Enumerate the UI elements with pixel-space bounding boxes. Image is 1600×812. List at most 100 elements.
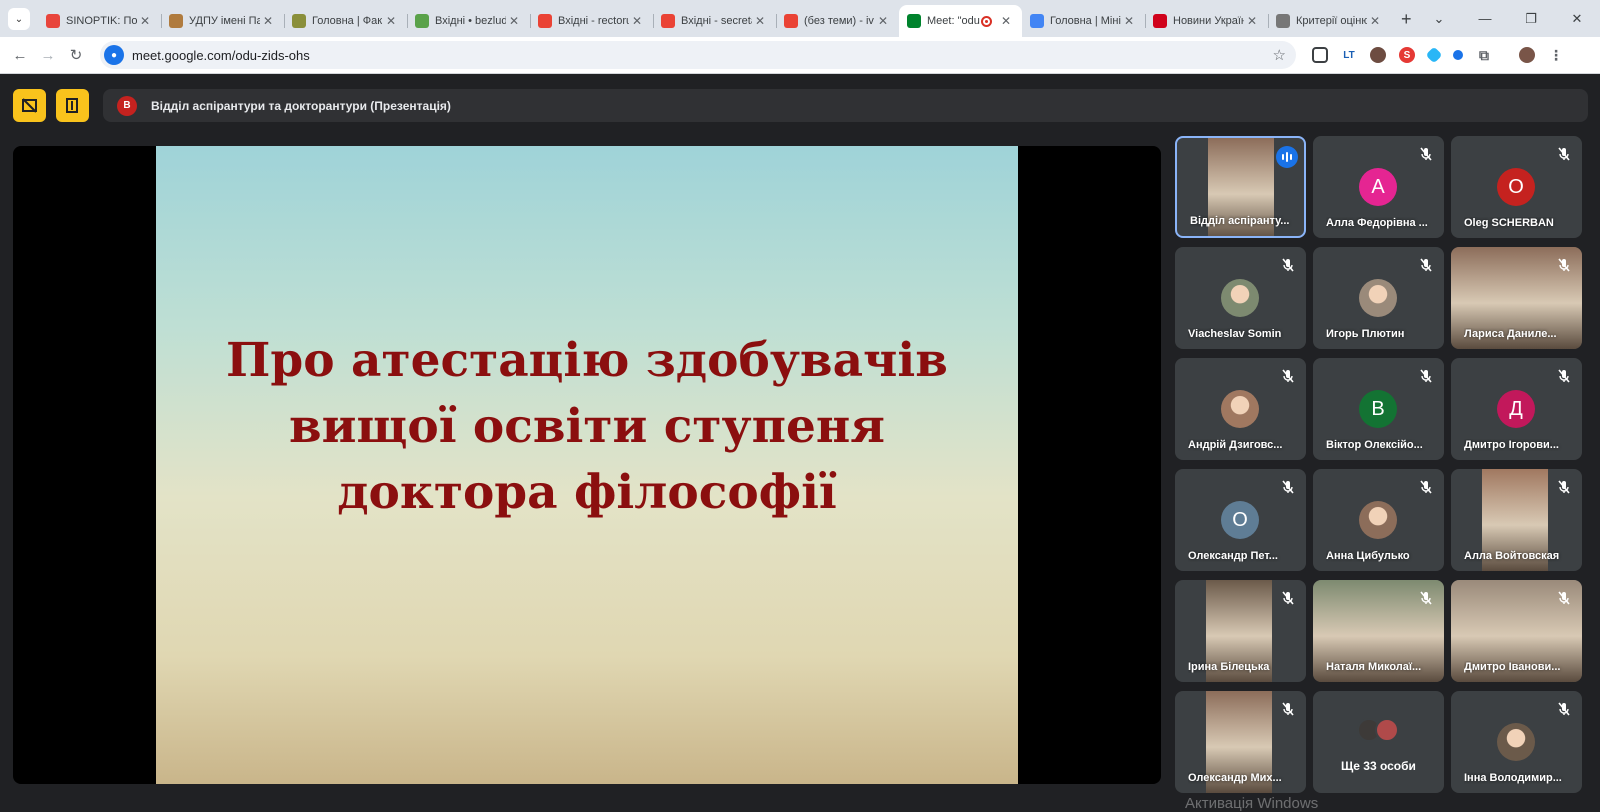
extensions-bar: LT S ⧉ ⋮ [1312,37,1564,73]
meet-window: В Відділ аспірантури та докторантури (Пр… [0,75,1600,807]
mic-off-icon [1418,146,1434,162]
close-tab-icon[interactable]: ✕ [383,14,399,28]
close-tab-icon[interactable]: ✕ [1367,14,1383,28]
browser-tab[interactable]: Головна | Міні ✕ [1022,5,1145,37]
presentation-slide: Про атестацію здобувачів вищої освіти ст… [156,146,1018,784]
diamond-extension-icon[interactable] [1425,46,1443,64]
close-tab-icon[interactable]: ✕ [752,14,768,28]
participant-tile[interactable]: Ірина Білецька [1175,580,1306,682]
ministry-logo [1030,14,1044,28]
close-tab-icon[interactable]: ✕ [1121,14,1137,28]
participant-tile[interactable]: Відділ аспіранту... [1175,136,1306,238]
mic-off-icon [1418,590,1434,606]
mic-off-icon [1280,590,1296,606]
tab-title: SINOPTIK: Пог [66,15,137,27]
participant-name: Андрій Дзиговс... [1188,439,1283,451]
participant-tile[interactable]: Андрій Дзиговс... [1175,358,1306,460]
participant-tile[interactable]: Лариса Даниле... [1451,247,1582,349]
tab-search-chevron-icon[interactable]: ⌄ [8,8,30,30]
participant-name: Viacheslav Somin [1188,328,1282,340]
layout-button[interactable] [56,89,89,122]
browser-tab[interactable]: Meet: "odu ✕ [899,5,1022,37]
close-tab-icon[interactable]: ✕ [137,14,153,28]
participant-initial-avatar: В [1359,390,1397,428]
participant-tile[interactable]: O Oleg SCHERBAN [1451,136,1582,238]
screenshot-extension-icon[interactable] [1312,47,1328,63]
close-tab-icon[interactable]: ✕ [998,14,1014,28]
back-button[interactable]: ← [6,47,34,64]
participant-name: Дмитро Ігорови... [1464,439,1559,451]
participant-name: Олександр Пет... [1188,550,1278,562]
participant-tile[interactable]: Дмитро Іванови... [1451,580,1582,682]
participant-tile[interactable]: Інна Володимир... [1451,691,1582,793]
mic-off-icon [1418,257,1434,273]
participant-tile[interactable]: Наталя Миколаї... [1313,580,1444,682]
close-tab-icon[interactable]: ✕ [260,14,276,28]
participant-tile[interactable]: Д Дмитро Ігорови... [1451,358,1582,460]
browser-menu-icon[interactable]: ⋮ [1548,47,1564,63]
extensions-puzzle-icon[interactable]: ⧉ [1476,47,1492,63]
browser-tab[interactable]: Вхідні - rectoru ✕ [530,5,653,37]
captions-toggle-button[interactable] [13,89,46,122]
participant-initial-avatar: О [1221,501,1259,539]
browser-tab[interactable]: УДПУ імені Па ✕ [161,5,284,37]
participant-tile[interactable]: А Алла Федорівна ... [1313,136,1444,238]
participant-name: Лариса Даниле... [1464,328,1557,340]
tab-title: УДПУ імені Па [189,15,260,27]
bookmark-star-icon[interactable]: ☆ [1273,46,1286,64]
close-tab-icon[interactable]: ✕ [506,14,522,28]
participant-tile[interactable]: Алла Войтовская [1451,469,1582,571]
participant-tile[interactable]: Viacheslav Somin [1175,247,1306,349]
close-tab-icon[interactable]: ✕ [629,14,645,28]
mic-off-icon [1280,479,1296,495]
close-tab-icon[interactable]: ✕ [875,14,891,28]
microphone-permission-icon[interactable]: ● [104,45,124,65]
blue-dot-extension-icon[interactable] [1453,50,1463,60]
browser-tab[interactable]: Головна | Фак ✕ [284,5,407,37]
close-tab-icon[interactable]: ✕ [1244,14,1260,28]
university-logo [169,14,183,28]
tab-title: Вхідні - rectoru [558,15,629,27]
profile-avatar[interactable] [1519,47,1535,63]
browser-tab[interactable]: Вхідні - secreta ✕ [653,5,776,37]
window-collapse-icon[interactable]: ⌄ [1416,11,1462,27]
forward-button[interactable]: → [34,47,62,64]
new-tab-button[interactable]: + [1401,9,1412,30]
participant-name: Дмитро Іванови... [1464,661,1561,673]
participant-tile[interactable]: В Віктор Олексійо... [1313,358,1444,460]
minimize-button[interactable]: — [1462,11,1508,26]
close-window-button[interactable]: ✕ [1554,11,1600,27]
url-text[interactable]: meet.google.com/odu-zids-ohs [132,48,310,63]
browser-tab[interactable]: Новини Україн ✕ [1145,5,1268,37]
browser-tab[interactable]: Критерії оціню ✕ [1268,5,1391,37]
tab-title: Головна | Міні [1050,15,1121,27]
address-bar[interactable]: ● meet.google.com/odu-zids-ohs ☆ [100,41,1296,69]
translate-extension-icon[interactable]: LT [1341,47,1357,63]
browser-tab[interactable]: Вхідні • bezlud ✕ [407,5,530,37]
participant-tile[interactable]: Олександр Мих... [1175,691,1306,793]
presentation-stage[interactable]: Про атестацію здобувачів вищої освіти ст… [13,146,1161,784]
participant-tile[interactable]: Анна Цибулько [1313,469,1444,571]
browser-toolbar: ← → ↻ ● meet.google.com/odu-zids-ohs ☆ L… [0,37,1600,74]
browser-tab[interactable]: SINOPTIK: Пог ✕ [38,5,161,37]
reload-button[interactable]: ↻ [62,46,90,64]
participant-initial-avatar: O [1497,168,1535,206]
participant-tile[interactable]: О Олександр Пет... [1175,469,1306,571]
participant-name: Наталя Миколаї... [1326,661,1422,673]
restore-button[interactable]: ❐ [1508,11,1554,27]
gmail-icon [538,14,552,28]
mail-icon [415,14,429,28]
mic-off-icon [1556,701,1572,717]
browser-tab-strip: ⌄ SINOPTIK: Пог ✕ УДПУ імені Па ✕ Головна | … [0,0,1600,37]
participant-name: Игорь Плютин [1326,328,1405,340]
browser-tab[interactable]: (без теми) - iv ✕ [776,5,899,37]
participant-photo-avatar [1497,723,1535,761]
red-shield-extension-icon[interactable]: S [1399,47,1415,63]
participant-tile[interactable]: Ще 33 особи [1313,691,1444,793]
participant-photo-avatar [1359,501,1397,539]
participant-tile[interactable]: Игорь Плютин [1313,247,1444,349]
tab-title: Meet: "odu [927,15,980,27]
mic-off-icon [1556,146,1572,162]
thermometer-icon [46,14,60,28]
character-extension-icon[interactable] [1370,47,1386,63]
